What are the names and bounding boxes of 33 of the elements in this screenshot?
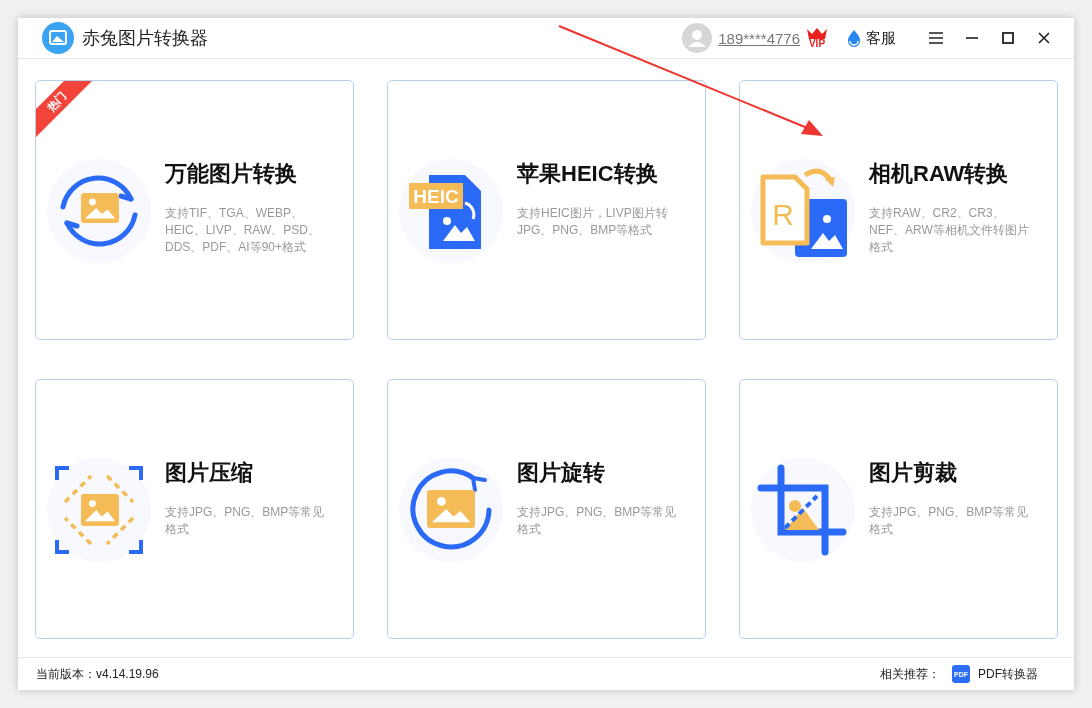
minimize-icon xyxy=(966,37,978,39)
card-title: 图片压缩 xyxy=(165,459,254,487)
related-label: 相关推荐： xyxy=(880,665,940,683)
feature-card[interactable]: 热门 万能图片转换 支持TIF、TGA、WEBP、HEIC、LIVP、RAW、PSD、DDS、PDF、AI等90+格式 xyxy=(35,80,354,340)
card-title: 图片旋转 xyxy=(517,459,606,487)
card-description: 支持JPG、PNG、BMP等常见格式 xyxy=(165,504,326,538)
maximize-icon xyxy=(1002,32,1014,44)
card-title: 图片剪裁 xyxy=(869,459,958,487)
card-description: 支持JPG、PNG、BMP等常见格式 xyxy=(517,504,678,538)
feature-card[interactable]: 图片旋转 支持JPG、PNG、BMP等常见格式 xyxy=(387,379,706,639)
support-button[interactable]: 客服 xyxy=(846,28,896,48)
feature-card[interactable]: HEIC 苹果HEIC转换 支持HEIC图片，LIVP图片转JPG、PNG、BMP等格式 xyxy=(387,80,706,340)
close-icon xyxy=(1038,32,1050,44)
menu-icon xyxy=(929,32,943,44)
app-logo-icon xyxy=(42,22,74,54)
card-description: 支持RAW、CR2、CR3、NEF、ARW等相机文件转图片格式 xyxy=(869,205,1030,256)
window-title: 赤兔图片转换器 xyxy=(82,27,209,50)
crown-icon xyxy=(806,27,828,39)
feature-card[interactable]: R 相机RAW转换 支持RAW、CR2、CR3、NEF、ARW等相机文件转图片格式 xyxy=(739,80,1058,340)
version-label: 当前版本：v4.14.19.96 xyxy=(36,665,160,683)
card-description: 支持HEIC图片，LIVP图片转JPG、PNG、BMP等格式 xyxy=(517,205,669,239)
feature-card[interactable]: 图片压缩 支持JPG、PNG、BMP等常见格式 xyxy=(35,379,354,639)
account-link[interactable]: 189****4776 xyxy=(718,29,800,47)
card-title: 相机RAW转换 xyxy=(869,160,1010,188)
corner-ribbon xyxy=(36,81,92,137)
feature-card[interactable]: 图片剪裁 支持JPG、PNG、BMP等常见格式 xyxy=(739,379,1058,639)
card-title: 苹果HEIC转换 xyxy=(517,160,659,188)
drop-icon xyxy=(846,29,862,47)
card-description: 支持JPG、PNG、BMP等常见格式 xyxy=(869,504,1030,538)
card-description: 支持TIF、TGA、WEBP、HEIC、LIVP、RAW、PSD、DDS、PDF、AI等90+格式 xyxy=(165,205,321,256)
vip-label: VIP xyxy=(808,39,826,49)
card-title: 万能图片转换 xyxy=(165,160,298,188)
hot-label: 热门 xyxy=(44,89,70,114)
